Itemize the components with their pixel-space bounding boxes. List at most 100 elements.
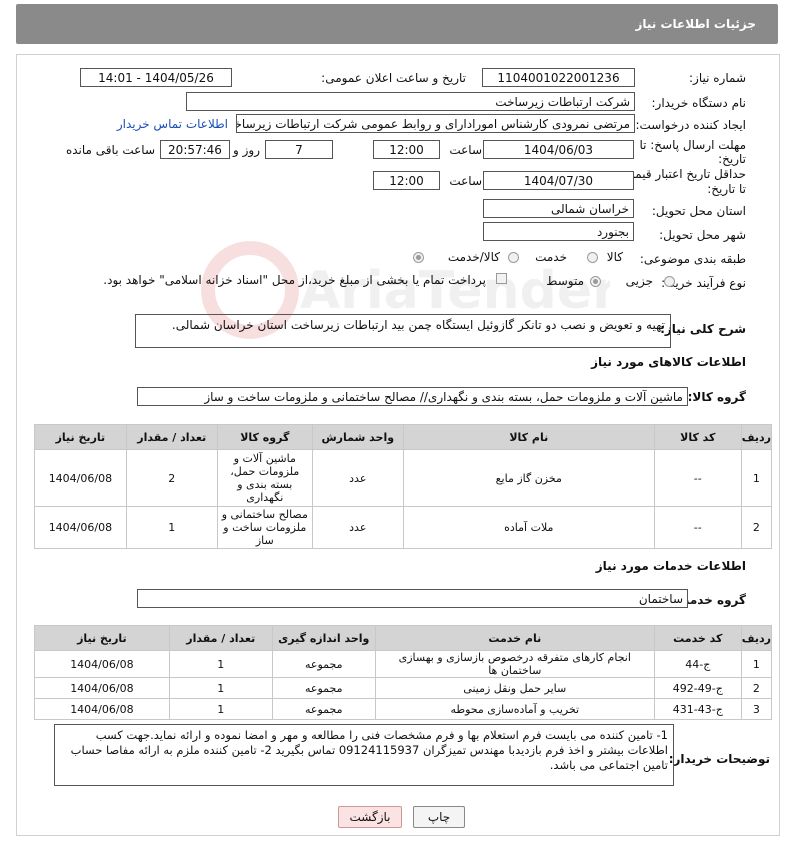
goods-cell-name: مخزن گاز مایع [402,449,655,507]
page: جزئیات اطلاعات نیاز AriaTender.neT شماره… [0,0,788,844]
process-option-minor: جزیی [625,274,653,288]
need-number-label: شماره نیاز: [689,71,746,85]
category-radio-goods[interactable] [587,252,598,263]
process-radio-minor[interactable] [664,276,675,287]
deadline-date-field: 1404/06/03 [483,140,634,159]
services-col-row: ردیف [740,625,773,651]
remaining-label: ساعت باقی مانده [65,143,155,157]
deadline-label-date: تاریخ: [718,152,746,166]
buyer-notes-field: 1- تامین کننده می بایست فرم استعلام بها … [54,724,674,786]
goods-cell-date: 1404/06/08 [34,449,127,507]
goods-cell-row: 2 [740,506,773,549]
validity-date-field: 1404/07/30 [483,171,634,190]
services-table: ردیف کد خدمت نام خدمت واحد اندازه گیری ت… [34,625,773,720]
services-cell-row: 2 [740,677,773,699]
city-label: شهر محل تحویل: [659,228,746,242]
goods-col-code: کد کالا [653,424,742,450]
services-col-unit: واحد اندازه گیری [271,625,376,651]
days-label: روز و [233,143,260,157]
goods-col-date: تاریخ نیاز [34,424,127,450]
category-radio-goods-service[interactable] [413,252,424,263]
services-col-name: نام خدمت [374,625,655,651]
goods-cell-code: -- [653,449,742,507]
goods-cell-date: 1404/06/08 [34,506,127,549]
remaining-time-field: 20:57:46 [160,140,230,159]
services-cell-name: سایر حمل ونقل زمینی [374,677,655,699]
goods-section-title: اطلاعات کالاهای مورد نیاز [591,355,746,369]
page-header: جزئیات اطلاعات نیاز [16,4,778,44]
goods-cell-unit: عدد [311,449,404,507]
buyer-contact-link[interactable]: اطلاعات تماس خریدار [117,117,228,131]
services-cell-row: 1 [740,650,773,678]
validity-label: حداقل تاریخ اعتبار قیمت: [619,167,746,181]
goods-cell-row: 1 [740,449,773,507]
need-number-field: 1104001022001236 [482,68,635,87]
buyer-field: شرکت ارتباطات زیرساخت [186,92,635,111]
goods-group-label: گروه کالا: [687,390,746,404]
creator-label: ایجاد کننده درخواست: [635,118,746,132]
goods-col-row: ردیف [740,424,773,450]
services-col-date: تاریخ نیاز [34,625,170,651]
services-cell-date: 1404/06/08 [34,698,170,720]
description-field: تهیه و تعویض و نصب دو تانکر گازوئیل ایست… [135,314,671,348]
category-option-goods: کالا [606,250,623,264]
services-cell-qty: 1 [168,698,273,720]
services-cell-date: 1404/06/08 [34,650,170,678]
announce-field: 1404/05/26 - 14:01 [80,68,232,87]
goods-cell-unit: عدد [311,506,404,549]
validity-label-date: تا تاریخ: [707,182,746,196]
goods-col-qty: تعداد / مقدار [125,424,218,450]
category-option-service: خدمت [535,250,567,264]
services-cell-qty: 1 [168,677,273,699]
services-cell-code: ج-49-492 [653,677,742,699]
table-row: 3 ج-43-431 تخریب و آماده‌سازی محوطه مجمو… [34,698,773,720]
goods-table-header: ردیف کد کالا نام کالا واحد شمارش گروه کا… [34,424,773,450]
table-row: 1 ج-44 انجام کارهای متفرقه درخصوص بازساز… [34,650,773,678]
creator-field: مرتضی نمرودی کارشناس امورادارای و روابط … [236,114,635,133]
services-cell-code: ج-43-431 [653,698,742,720]
services-col-code: کد خدمت [653,625,742,651]
table-row: 2 -- ملات آماده عدد مصالح ساختمانی و ملز… [34,506,773,549]
process-option-medium: متوسط [546,274,584,288]
description-label: شرح کلی نیاز: [660,322,746,336]
validity-time-label: ساعت [449,174,482,188]
goods-cell-qty: 2 [125,449,218,507]
process-radio-medium[interactable] [590,276,601,287]
services-cell-row: 3 [740,698,773,720]
services-cell-qty: 1 [168,650,273,678]
services-cell-unit: مجموعه [271,677,376,699]
services-cell-name: انجام کارهای متفرقه درخصوص بازسازی و بهس… [374,650,655,678]
services-cell-unit: مجموعه [271,698,376,720]
goods-table: ردیف کد کالا نام کالا واحد شمارش گروه کا… [34,424,773,549]
deadline-time-label: ساعت [449,143,482,157]
goods-col-unit: واحد شمارش [311,424,404,450]
city-field: بجنورد [483,222,634,241]
services-table-header: ردیف کد خدمت نام خدمت واحد اندازه گیری ت… [34,625,773,651]
buyer-label: نام دستگاه خریدار: [651,96,747,110]
back-button[interactable]: بازگشت [338,806,402,828]
goods-cell-code: -- [653,506,742,549]
goods-cell-qty: 1 [125,506,218,549]
category-option-goods-service: کالا/خدمت [447,250,500,264]
goods-col-name: نام کالا [402,424,655,450]
services-cell-code: ج-44 [653,650,742,678]
category-label: طبقه بندی موضوعی: [639,252,746,266]
buyer-notes-label: توضیحات خریدار: [668,752,770,766]
category-radio-service[interactable] [508,252,519,263]
deadline-label: مهلت ارسال پاسخ: تا [639,138,746,152]
services-cell-name: تخریب و آماده‌سازی محوطه [374,698,655,720]
print-button[interactable]: چاپ [413,806,465,828]
goods-col-group: گروه کالا [216,424,313,450]
treasury-payment-checkbox[interactable] [496,273,507,284]
remaining-days-field: 7 [265,140,333,159]
goods-cell-group: مصالح ساختمانی و ملزومات ساخت و ساز [216,506,313,549]
page-title: جزئیات اطلاعات نیاز [635,17,756,31]
services-col-qty: تعداد / مقدار [168,625,273,651]
services-cell-date: 1404/06/08 [34,677,170,699]
services-section-title: اطلاعات خدمات مورد نیاز [595,559,746,573]
goods-group-field: ماشین آلات و ملزومات حمل، بسته بندی و نگ… [137,387,688,406]
goods-cell-name: ملات آماده [402,506,655,549]
deadline-time-field: 12:00 [373,140,440,159]
table-row: 1 -- مخزن گاز مایع عدد ماشین آلات و ملزو… [34,449,773,507]
services-group-field: ساختمان [137,589,688,608]
